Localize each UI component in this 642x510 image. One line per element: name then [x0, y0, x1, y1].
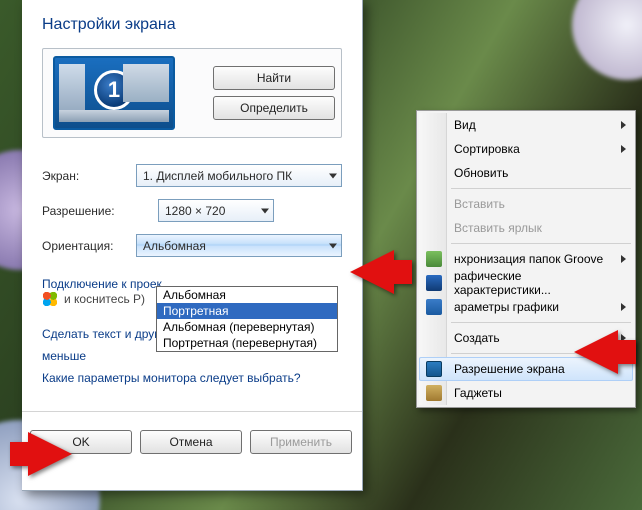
- dialog-title: Настройки экрана: [42, 16, 342, 34]
- ctx-label: Вставить ярлык: [454, 221, 542, 235]
- display-preview-panel: 1 Найти Определить: [42, 48, 342, 138]
- ctx-graphics-params[interactable]: араметры графики: [419, 295, 633, 319]
- annotation-arrow: [574, 330, 618, 374]
- monitor-preview[interactable]: 1: [53, 56, 175, 130]
- ctx-label: рафические характеристики...: [454, 269, 614, 297]
- orientation-option[interactable]: Альбомная (перевернутая): [157, 319, 337, 335]
- submenu-arrow-icon: [621, 255, 626, 263]
- orientation-dropdown-value: Альбомная: [143, 239, 206, 253]
- divider: [22, 411, 362, 412]
- orientation-dropdown[interactable]: Альбомная: [136, 234, 342, 257]
- chevron-down-icon: [329, 243, 337, 248]
- orientation-option[interactable]: Портретная (перевернутая): [157, 335, 337, 351]
- chevron-down-icon: [329, 173, 337, 178]
- annotation-arrow: [28, 432, 72, 476]
- monitor-number: 1: [94, 70, 134, 110]
- detect-button[interactable]: Определить: [213, 96, 335, 120]
- submenu-arrow-icon: [621, 121, 626, 129]
- ctx-label: Обновить: [454, 166, 508, 180]
- screen-dropdown[interactable]: 1. Дисплей мобильного ПК: [136, 164, 342, 187]
- ctx-label: Разрешение экрана: [454, 362, 565, 376]
- ctx-view[interactable]: Вид: [419, 113, 633, 137]
- display-settings-dialog: Настройки экрана 1 Найти Определить Экра…: [22, 0, 363, 491]
- cancel-button[interactable]: Отмена: [140, 430, 242, 454]
- monitor-icon: [426, 361, 442, 377]
- which-settings-link[interactable]: Какие параметры монитора следует выбрать…: [42, 367, 342, 389]
- groove-icon: [426, 251, 442, 267]
- ctx-paste-shortcut: Вставить ярлык: [419, 216, 633, 240]
- chevron-down-icon: [261, 208, 269, 213]
- windows-key-icon: [42, 291, 58, 307]
- submenu-arrow-icon: [621, 145, 626, 153]
- graphics-icon: [426, 299, 442, 315]
- key-hint-text: и коснитесь P): [64, 292, 145, 306]
- screen-dropdown-value: 1. Дисплей мобильного ПК: [143, 169, 292, 183]
- ctx-label: нхронизация папок Groove: [454, 252, 603, 266]
- ctx-gadgets[interactable]: Гаджеты: [419, 381, 633, 405]
- orientation-dropdown-list: Альбомная Портретная Альбомная (переверн…: [156, 286, 338, 352]
- resolution-dropdown[interactable]: 1280 × 720: [158, 199, 274, 222]
- ctx-label: Сортировка: [454, 142, 520, 156]
- graphics-icon: [426, 275, 442, 291]
- orientation-option[interactable]: Альбомная: [157, 287, 337, 303]
- submenu-arrow-icon: [621, 303, 626, 311]
- find-button[interactable]: Найти: [213, 66, 335, 90]
- menu-separator: [451, 188, 631, 189]
- gadget-icon: [426, 385, 442, 401]
- ctx-graphics-props[interactable]: рафические характеристики...: [419, 271, 633, 295]
- ctx-label: Гаджеты: [454, 386, 502, 400]
- ctx-label: араметры графики: [454, 300, 559, 314]
- ctx-sort[interactable]: Сортировка: [419, 137, 633, 161]
- ctx-paste: Вставить: [419, 192, 633, 216]
- ctx-label: Вставить: [454, 197, 505, 211]
- apply-button: Применить: [250, 430, 352, 454]
- ctx-label: Создать: [454, 331, 500, 345]
- bg-decor: [572, 0, 642, 80]
- menu-separator: [451, 322, 631, 323]
- resolution-dropdown-value: 1280 × 720: [165, 204, 225, 218]
- desktop-background: Настройки экрана 1 Найти Определить Экра…: [0, 0, 642, 510]
- orientation-option-selected[interactable]: Портретная: [157, 303, 337, 319]
- orientation-label: Ориентация:: [42, 239, 136, 253]
- ctx-refresh[interactable]: Обновить: [419, 161, 633, 185]
- ctx-label: Вид: [454, 118, 476, 132]
- ctx-groove-sync[interactable]: нхронизация папок Groove: [419, 247, 633, 271]
- menu-separator: [451, 243, 631, 244]
- annotation-arrow: [350, 250, 394, 294]
- resolution-label: Разрешение:: [42, 204, 158, 218]
- screen-label: Экран:: [42, 169, 136, 183]
